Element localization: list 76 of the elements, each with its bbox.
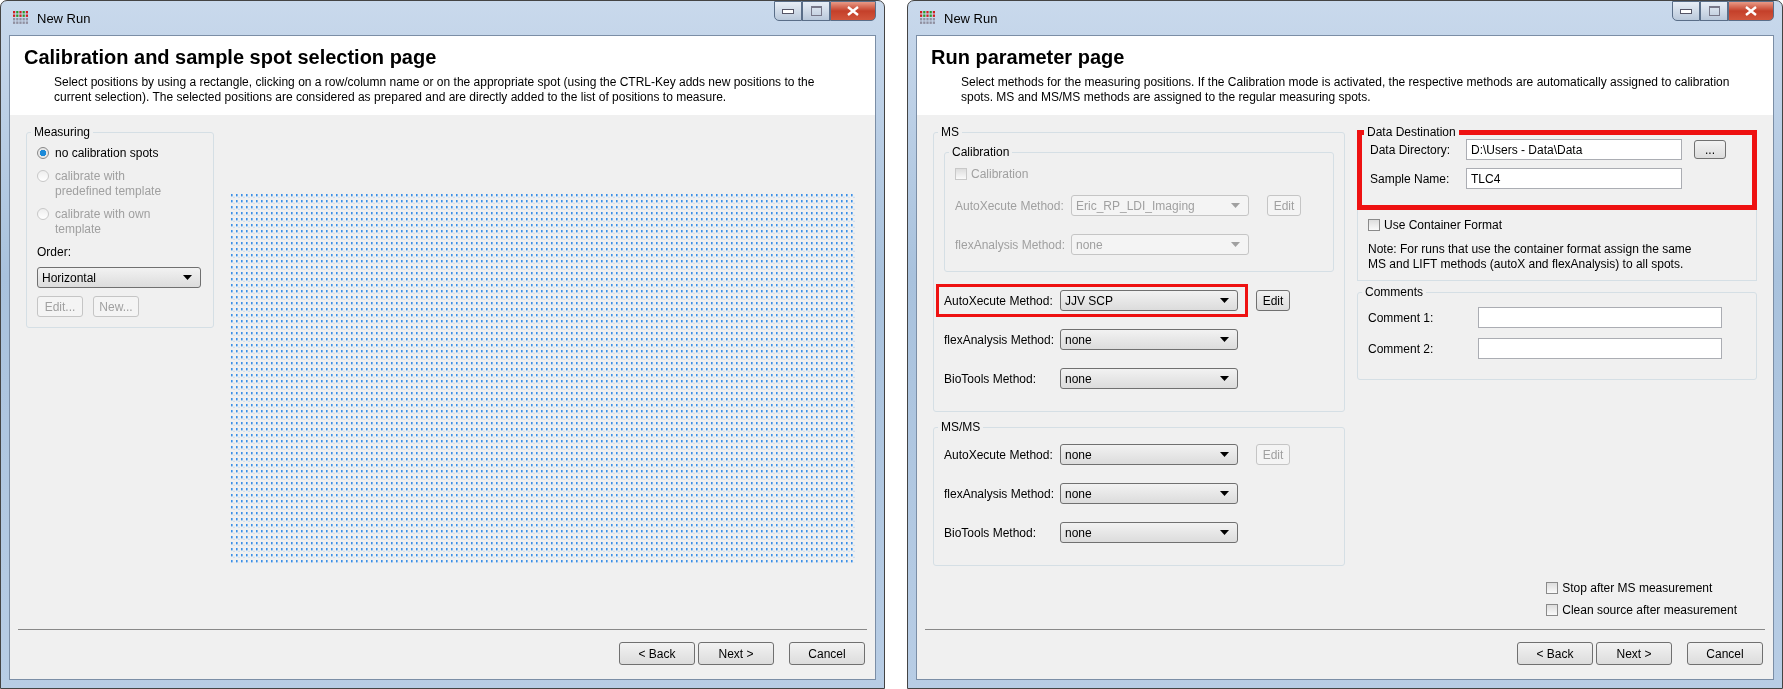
cancel-button[interactable]: Cancel — [1687, 642, 1763, 665]
maximize-button[interactable] — [1700, 1, 1728, 21]
comment-field[interactable] — [1478, 338, 1722, 359]
caret-icon — [1220, 491, 1229, 496]
radio-button[interactable] — [37, 147, 49, 159]
order-label: Order: — [37, 245, 72, 259]
method-label: flexAnalysis Method: — [944, 486, 1056, 501]
field-label: Data Directory: — [1370, 142, 1452, 157]
minimize-button[interactable] — [1672, 1, 1700, 21]
caret-icon — [1231, 242, 1240, 247]
checkbox[interactable] — [1368, 219, 1380, 231]
checkbox-label: Stop after MS measurement — [1562, 581, 1713, 595]
page-heading: Calibration and sample spot selection page — [24, 46, 438, 69]
caret-icon — [1220, 298, 1229, 303]
method-label: AutoXecute Method: — [944, 293, 1054, 308]
method-label: flexAnalysis Method: — [955, 237, 1067, 252]
window-title: New Run — [944, 10, 998, 26]
checkbox-label: Use Container Format — [1384, 218, 1503, 232]
method-dropdown[interactable]: none — [1060, 444, 1238, 465]
note-text: Note: For runs that use the container format assign the same MS and LIFT methods (autoX and flexAnalysis) to all spots. — [1368, 242, 1693, 272]
method-dropdown[interactable]: none — [1060, 329, 1238, 350]
caret-icon — [1220, 337, 1229, 342]
caret-icon — [183, 275, 192, 280]
directory-field[interactable]: D:\Users - Data\Data — [1466, 139, 1682, 160]
back-button[interactable]: < Back — [619, 642, 695, 665]
group-title: Measuring — [33, 125, 92, 139]
order-dropdown[interactable]: Horizontal — [37, 267, 201, 288]
radio-label: no calibration spots — [55, 146, 160, 161]
group-title: Comments — [1364, 285, 1424, 299]
grid-icon — [920, 11, 936, 25]
grid-icon — [13, 11, 29, 25]
method-dropdown[interactable]: none — [1060, 368, 1238, 389]
back-button[interactable]: < Back — [1517, 642, 1593, 665]
radio-label: calibrate with own template — [55, 207, 152, 237]
cancel-button[interactable]: Cancel — [789, 642, 865, 665]
sample-name-field[interactable]: TLC4 — [1466, 168, 1682, 189]
minimize-button[interactable] — [774, 1, 802, 21]
caret-icon — [1220, 376, 1229, 381]
checkbox-label: Calibration — [971, 167, 1029, 181]
close-button[interactable] — [830, 1, 876, 21]
close-icon — [847, 6, 859, 16]
checkbox-label: Clean source after measurement — [1562, 603, 1737, 617]
close-icon — [1745, 6, 1757, 16]
window-title: New Run — [37, 10, 91, 26]
method-dropdown[interactable]: none — [1060, 522, 1238, 543]
page-description: Select positions by using a rectangle, clicking on a row/column name or on the appropriate spot (using the CTRL-Key adds new positions to the current selection). The selected positions are considered as prepared and are directly added to the list of positions to measure. — [54, 75, 816, 105]
next-button[interactable]: Next > — [1596, 642, 1672, 665]
field-label: Comment 2: — [1368, 341, 1435, 356]
field-label: Sample Name: — [1370, 171, 1451, 186]
method-label: flexAnalysis Method: — [944, 332, 1056, 347]
radio-label: calibrate with predefined template — [55, 169, 163, 199]
maximize-button[interactable] — [802, 1, 830, 21]
method-label: BioTools Method: — [944, 371, 1038, 386]
comment-field[interactable] — [1478, 307, 1722, 328]
next-button[interactable]: Next > — [698, 642, 774, 665]
caret-icon — [1231, 203, 1240, 208]
group-title: MS — [940, 125, 960, 139]
group-title: MS/MS — [940, 420, 982, 434]
page-description: Select methods for the measuring positions. If the Calibration mode is activated, the respective methods are automatically assigned to calibration spots. MS and MS/MS methods are assigned to the regular measuring spots. — [961, 75, 1731, 105]
field-label: Comment 1: — [1368, 310, 1435, 325]
group-title: Data Destination — [1366, 125, 1457, 139]
method-label: AutoXecute Method: — [955, 198, 1065, 213]
close-button[interactable] — [1728, 1, 1774, 21]
edit-button[interactable]: Edit — [1256, 290, 1290, 311]
checkbox[interactable] — [1546, 582, 1559, 594]
method-label: BioTools Method: — [944, 525, 1038, 540]
method-label: AutoXecute Method: — [944, 447, 1054, 462]
spot-grid-drawing[interactable] — [230, 193, 855, 563]
method-dropdown[interactable]: JJV SCP — [1060, 290, 1238, 311]
browse-button[interactable]: ... — [1694, 140, 1726, 159]
group-title: Calibration — [951, 145, 1011, 159]
page-heading: Run parameter page — [931, 46, 1126, 69]
checkbox[interactable] — [1546, 604, 1559, 616]
caret-icon — [1220, 452, 1229, 457]
caret-icon — [1220, 530, 1229, 535]
method-dropdown[interactable]: none — [1060, 483, 1238, 504]
